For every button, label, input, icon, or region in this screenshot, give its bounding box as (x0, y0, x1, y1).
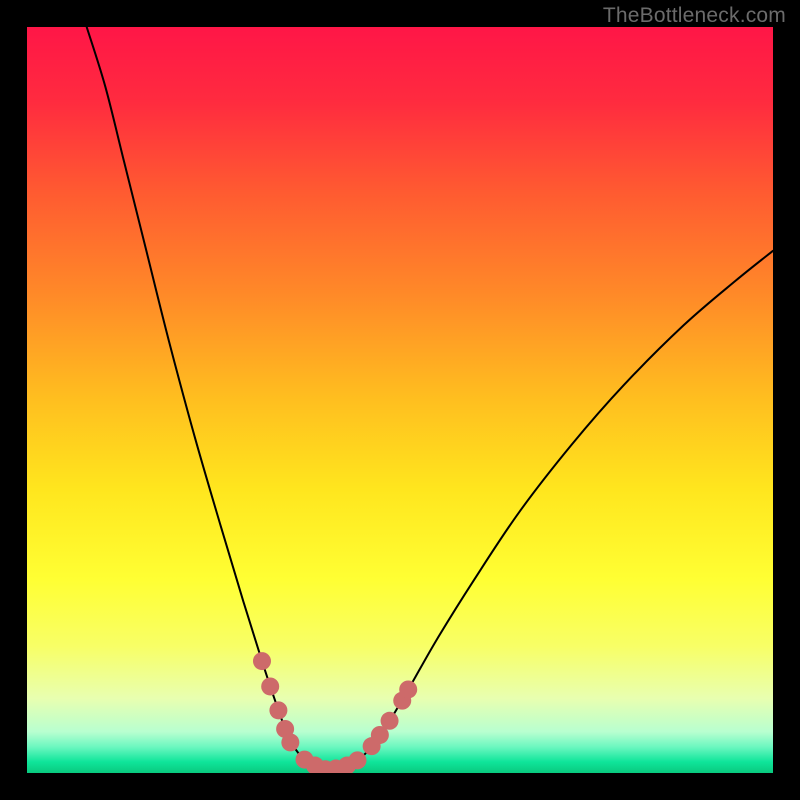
marker-dot (261, 677, 279, 695)
plot-area (27, 27, 773, 773)
watermark-text: TheBottleneck.com (603, 4, 786, 28)
marker-dot (381, 712, 399, 730)
marker-dot (399, 680, 417, 698)
marker-dot (253, 652, 271, 670)
chart-stage: TheBottleneck.com (0, 0, 800, 800)
marker-dot (348, 751, 366, 769)
marker-dot (269, 701, 287, 719)
plot-svg (27, 27, 773, 773)
marker-dot (281, 733, 299, 751)
gradient-background (27, 27, 773, 773)
